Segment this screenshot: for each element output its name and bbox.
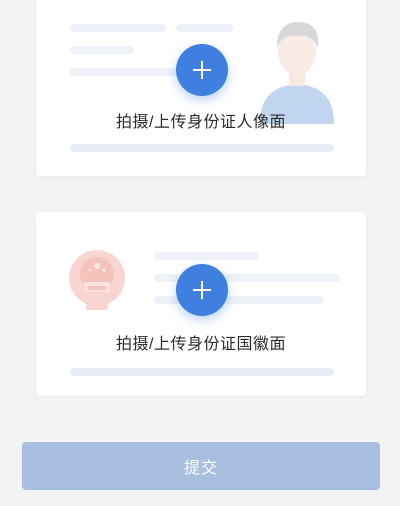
placeholder-line xyxy=(70,368,334,376)
back-upload-label: 拍摄/上传身份证国徽面 xyxy=(116,336,286,353)
front-upload-label: 拍摄/上传身份证人像面 xyxy=(116,114,286,131)
id-front-upload-card[interactable]: 拍摄/上传身份证人像面 xyxy=(36,0,366,176)
plus-icon xyxy=(193,281,211,299)
id-upload-page: 拍摄/上传身份证人像面 拍摄/上传身份证国徽面 提交 xyxy=(0,0,400,506)
placeholder-line xyxy=(70,46,134,54)
placeholder-line xyxy=(70,144,334,152)
add-front-photo-button[interactable] xyxy=(176,44,228,96)
placeholder-line xyxy=(70,24,166,32)
placeholder-line xyxy=(70,68,190,76)
national-emblem-illustration xyxy=(69,250,125,310)
plus-icon xyxy=(193,61,211,79)
placeholder-line xyxy=(176,24,234,32)
submit-button[interactable]: 提交 xyxy=(22,442,380,490)
placeholder-line xyxy=(154,252,258,260)
add-back-photo-button[interactable] xyxy=(176,264,228,316)
id-back-upload-card[interactable]: 拍摄/上传身份证国徽面 xyxy=(36,212,366,396)
